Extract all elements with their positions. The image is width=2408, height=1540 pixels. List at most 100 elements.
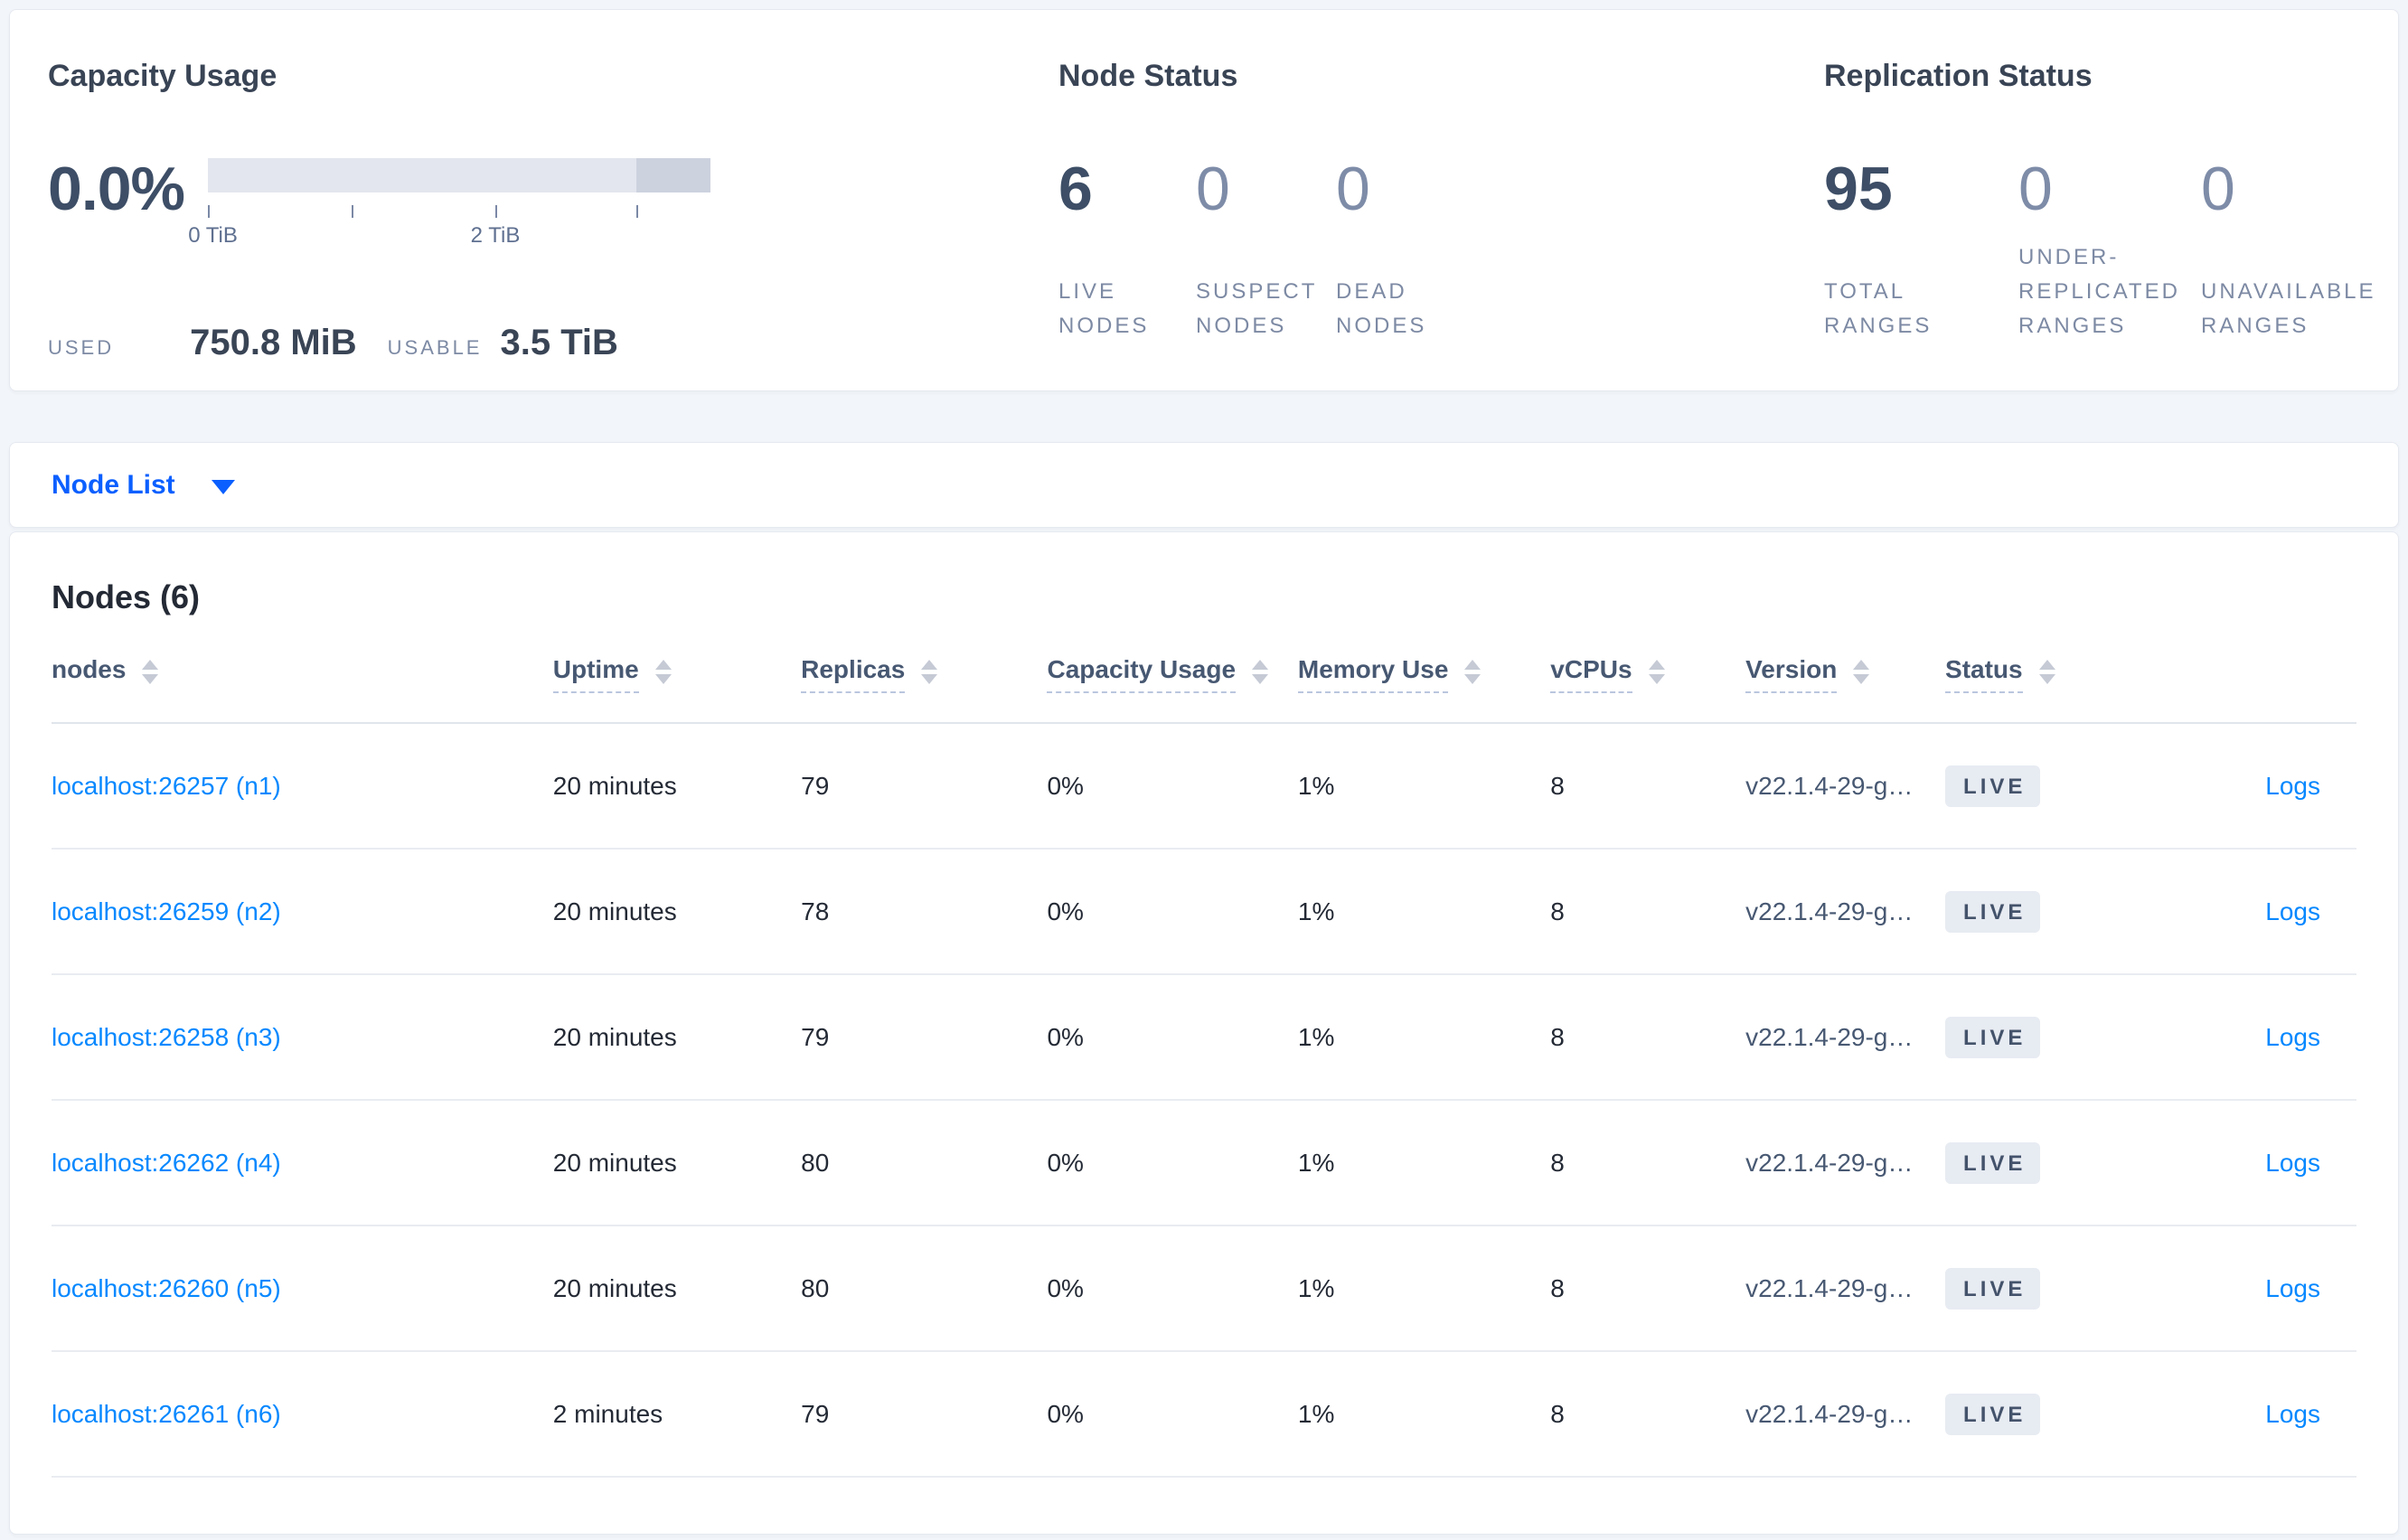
nodes-table-title: Nodes (6) [52, 578, 201, 615]
node-status-title: Node Status [1058, 59, 1238, 93]
usable-label: USABLE [387, 336, 483, 359]
axis-label-0tib: 0 TiB [188, 223, 238, 248]
capacity-axis-labels: 0 TiB 2 TiB [188, 223, 710, 250]
memory-use-cell: 1% [1297, 1100, 1551, 1226]
replicas-cell: 79 [801, 1351, 1048, 1478]
uptime-cell: 2 minutes [552, 1351, 802, 1478]
node-link[interactable]: localhost:26258 (n3) [52, 1023, 281, 1051]
node-list-dropdown[interactable]: Node List [9, 442, 2399, 528]
column-header-memory-use[interactable]: Memory Use [1297, 617, 1551, 724]
uptime-cell: 20 minutes [552, 1100, 802, 1226]
capacity-bar: 0 TiB 2 TiB [188, 158, 710, 250]
replicas-cell: 78 [801, 849, 1048, 975]
column-header-replicas[interactable]: Replicas [801, 617, 1048, 724]
used-value: 750.8 MiB [190, 323, 357, 362]
cluster-overview-page: Capacity Usage 0.0% 0 TiB 2 TiB USED 750… [0, 0, 2408, 1540]
node-link[interactable]: localhost:26257 (n1) [52, 772, 281, 800]
memory-use-cell: 1% [1297, 723, 1551, 850]
column-header-capacity-usage[interactable]: Capacity Usage [1047, 617, 1298, 724]
chevron-down-icon [211, 479, 235, 494]
version-cell: v22.1.4-29-g… [1745, 974, 1946, 1101]
capacity-usage-cell: 0% [1047, 849, 1298, 975]
uptime-cell: 20 minutes [552, 974, 802, 1101]
stat-value: 95 [1824, 155, 1893, 223]
column-header-status[interactable]: Status [1945, 617, 2151, 724]
replicas-cell: 80 [801, 1100, 1048, 1226]
table-row: localhost:26258 (n3) 20 minutes 79 0% 1%… [52, 974, 2356, 1101]
sort-icon [2038, 659, 2055, 684]
node-status-section: Node Status 6 LIVE NODES 0 SUSPECT NODES… [1058, 57, 1824, 390]
version-cell: v22.1.4-29-g… [1745, 1351, 1946, 1478]
stat-value: 0 [2201, 155, 2235, 223]
node-link[interactable]: localhost:26262 (n4) [52, 1149, 281, 1177]
logs-link[interactable]: Logs [2265, 897, 2320, 925]
memory-use-cell: 1% [1297, 1225, 1551, 1352]
stat-column: 0 SUSPECT NODES [1196, 158, 1336, 343]
status-cell: LIVE [1945, 974, 2151, 1101]
column-header-nodes[interactable]: nodes [52, 617, 553, 724]
capacity-bar-track [208, 158, 710, 192]
nodes-table: nodes Uptime Replicas Capacity Usage Mem… [52, 617, 2356, 1478]
vcpus-cell: 8 [1550, 849, 1746, 975]
node-address-cell: localhost:26261 (n6) [52, 1351, 553, 1478]
capacity-usage-title: Capacity Usage [48, 59, 277, 93]
stat-value: 6 [1058, 155, 1093, 223]
logs-link[interactable]: Logs [2265, 772, 2320, 800]
nodes-table-body: localhost:26257 (n1) 20 minutes 79 0% 1%… [52, 723, 2356, 1478]
logs-link[interactable]: Logs [2265, 1149, 2320, 1177]
uptime-cell: 20 minutes [552, 849, 802, 975]
stat-label: TOTAL RANGES [1824, 279, 1933, 338]
cluster-summary-panel: Capacity Usage 0.0% 0 TiB 2 TiB USED 750… [9, 9, 2399, 391]
column-header-version[interactable]: Version [1745, 617, 1946, 724]
node-address-cell: localhost:26260 (n5) [52, 1225, 553, 1352]
replication-status-stats: 95 TOTAL RANGES 0 UNDER-REPLICATED RANGE… [1824, 155, 2374, 343]
nodes-table-card: Nodes (6) nodes Uptime Replicas Capacity… [9, 531, 2399, 1535]
stat-value: 0 [1196, 155, 1230, 223]
table-row: localhost:26261 (n6) 2 minutes 79 0% 1% … [52, 1351, 2356, 1478]
status-badge: LIVE [1945, 1393, 2041, 1435]
logs-cell: Logs [2150, 974, 2356, 1101]
table-header-row: nodes Uptime Replicas Capacity Usage Mem… [52, 617, 2356, 724]
status-cell: LIVE [1945, 1100, 2151, 1226]
status-badge: LIVE [1945, 765, 2041, 807]
vcpus-cell: 8 [1550, 1351, 1746, 1478]
logs-link[interactable]: Logs [2265, 1400, 2320, 1428]
version-cell: v22.1.4-29-g… [1745, 849, 1946, 975]
status-badge: LIVE [1945, 890, 2041, 933]
sort-icon [654, 659, 672, 684]
sort-icon [1648, 659, 1665, 684]
stat-label: DEAD NODES [1336, 279, 1427, 338]
logs-cell: Logs [2150, 1100, 2356, 1226]
logs-cell: Logs [2150, 1351, 2356, 1478]
logs-cell: Logs [2150, 849, 2356, 975]
stat-column: 95 TOTAL RANGES [1824, 158, 2018, 343]
stat-label: UNDER-REPLICATED RANGES [2018, 245, 2180, 338]
vcpus-cell: 8 [1550, 1225, 1746, 1352]
node-address-cell: localhost:26259 (n2) [52, 849, 553, 975]
status-cell: LIVE [1945, 1225, 2151, 1352]
capacity-usage-cell: 0% [1047, 974, 1298, 1101]
stat-label: SUSPECT NODES [1196, 279, 1317, 338]
replicas-cell: 80 [801, 1225, 1048, 1352]
table-row: localhost:26262 (n4) 20 minutes 80 0% 1%… [52, 1100, 2356, 1226]
replication-status-title: Replication Status [1824, 59, 2093, 93]
status-cell: LIVE [1945, 849, 2151, 975]
logs-link[interactable]: Logs [2265, 1274, 2320, 1302]
version-cell: v22.1.4-29-g… [1745, 723, 1946, 850]
capacity-bar-reserved-segment [636, 158, 710, 192]
column-header-uptime[interactable]: Uptime [552, 617, 802, 724]
logs-link[interactable]: Logs [2265, 1023, 2320, 1051]
node-link[interactable]: localhost:26261 (n6) [52, 1400, 281, 1428]
sort-icon [142, 659, 159, 684]
node-link[interactable]: localhost:26260 (n5) [52, 1274, 281, 1302]
used-label: USED [48, 336, 115, 359]
status-cell: LIVE [1945, 723, 2151, 850]
usable-value: 3.5 TiB [500, 323, 618, 362]
column-header-vcpus[interactable]: vCPUs [1550, 617, 1746, 724]
stat-column: 0 UNDER-REPLICATED RANGES [2018, 158, 2201, 343]
sort-icon [1853, 659, 1870, 684]
node-link[interactable]: localhost:26259 (n2) [52, 897, 281, 925]
node-address-cell: localhost:26262 (n4) [52, 1100, 553, 1226]
vcpus-cell: 8 [1550, 723, 1746, 850]
stat-column: 0 UNAVAILABLE RANGES [2201, 155, 2374, 343]
